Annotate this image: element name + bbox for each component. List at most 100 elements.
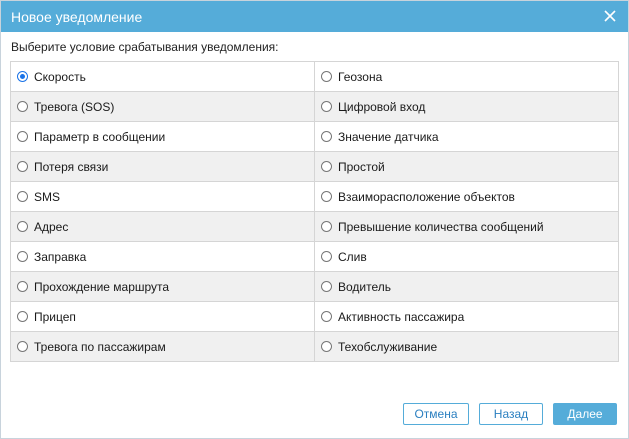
condition-option[interactable]: Скорость bbox=[11, 62, 314, 91]
condition-option[interactable]: Цифровой вход bbox=[315, 92, 618, 121]
option-label: Превышение количества сообщений bbox=[338, 219, 544, 234]
cancel-button[interactable]: Отмена bbox=[403, 403, 469, 425]
condition-option[interactable]: Активность пассажира bbox=[315, 302, 618, 331]
condition-option[interactable]: Тревога по пассажирам bbox=[11, 332, 314, 361]
dialog-title: Новое уведомление bbox=[11, 8, 143, 25]
option-label: Геозона bbox=[338, 69, 383, 84]
radio-button[interactable] bbox=[17, 341, 28, 352]
condition-option[interactable]: Заправка bbox=[11, 242, 314, 271]
option-row: Тревога (SOS) Цифровой вход bbox=[10, 91, 619, 122]
condition-option[interactable]: Значение датчика bbox=[315, 122, 618, 151]
condition-option[interactable]: Техобслуживание bbox=[315, 332, 618, 361]
condition-prompt: Выберите условие срабатывания уведомлени… bbox=[11, 40, 279, 54]
back-button[interactable]: Назад bbox=[479, 403, 543, 425]
condition-option[interactable]: Адрес bbox=[11, 212, 314, 241]
close-icon[interactable] bbox=[602, 8, 618, 24]
condition-option[interactable]: Взаиморасположение объектов bbox=[315, 182, 618, 211]
condition-option[interactable]: SMS bbox=[11, 182, 314, 211]
condition-option[interactable]: Прохождение маршрута bbox=[11, 272, 314, 301]
radio-button[interactable] bbox=[321, 191, 332, 202]
option-cell: SMS bbox=[10, 181, 315, 212]
radio-button[interactable] bbox=[321, 251, 332, 262]
radio-button[interactable] bbox=[17, 191, 28, 202]
option-cell: Скорость bbox=[10, 61, 315, 92]
option-label: SMS bbox=[34, 189, 61, 204]
radio-button[interactable] bbox=[321, 221, 332, 232]
radio-button[interactable] bbox=[17, 311, 28, 322]
condition-option[interactable]: Прицеп bbox=[11, 302, 314, 331]
radio-button[interactable] bbox=[17, 221, 28, 232]
option-row: Адрес Превышение количества сообщений bbox=[10, 211, 619, 242]
option-row: Параметр в сообщении Значение датчика bbox=[10, 121, 619, 152]
new-notification-dialog: Новое уведомление Выберите условие сраба… bbox=[0, 0, 629, 439]
option-cell: Тревога (SOS) bbox=[10, 91, 315, 122]
radio-button[interactable] bbox=[321, 101, 332, 112]
option-row: Потеря связи Простой bbox=[10, 151, 619, 182]
option-label: Заправка bbox=[34, 249, 87, 264]
radio-button[interactable] bbox=[17, 131, 28, 142]
radio-button[interactable] bbox=[17, 71, 28, 82]
option-label: Значение датчика bbox=[338, 129, 439, 144]
option-cell: Тревога по пассажирам bbox=[10, 331, 315, 362]
condition-option[interactable]: Простой bbox=[315, 152, 618, 181]
condition-option[interactable]: Водитель bbox=[315, 272, 618, 301]
option-cell: Геозона bbox=[314, 61, 619, 92]
option-label: Прицеп bbox=[34, 309, 76, 324]
option-cell: Потеря связи bbox=[10, 151, 315, 182]
option-row: Тревога по пассажирам Техобслуживание bbox=[10, 331, 619, 362]
dialog-buttons: Отмена Назад Далее bbox=[403, 403, 617, 425]
option-label: Водитель bbox=[338, 279, 392, 294]
radio-button[interactable] bbox=[17, 161, 28, 172]
radio-button[interactable] bbox=[17, 101, 28, 112]
option-cell: Адрес bbox=[10, 211, 315, 242]
option-row: Прохождение маршрута Водитель bbox=[10, 271, 619, 302]
option-label: Активность пассажира bbox=[338, 309, 465, 324]
condition-options-table: Скорость Геозона Тревога (SOS) Цифровой вхо… bbox=[10, 61, 619, 362]
option-label: Скорость bbox=[34, 69, 86, 84]
option-cell: Заправка bbox=[10, 241, 315, 272]
option-label: Слив bbox=[338, 249, 367, 264]
condition-option[interactable]: Параметр в сообщении bbox=[11, 122, 314, 151]
option-label: Потеря связи bbox=[34, 159, 109, 174]
condition-option[interactable]: Тревога (SOS) bbox=[11, 92, 314, 121]
option-row: SMS Взаиморасположение объектов bbox=[10, 181, 619, 212]
condition-option[interactable]: Потеря связи bbox=[11, 152, 314, 181]
option-cell: Техобслуживание bbox=[314, 331, 619, 362]
option-cell: Взаиморасположение объектов bbox=[314, 181, 619, 212]
option-cell: Водитель bbox=[314, 271, 619, 302]
option-cell: Цифровой вход bbox=[314, 91, 619, 122]
option-label: Техобслуживание bbox=[338, 339, 438, 354]
option-cell: Значение датчика bbox=[314, 121, 619, 152]
option-row: Скорость Геозона bbox=[10, 61, 619, 92]
condition-option[interactable]: Геозона bbox=[315, 62, 618, 91]
option-label: Адрес bbox=[34, 219, 69, 234]
option-cell: Слив bbox=[314, 241, 619, 272]
radio-button[interactable] bbox=[321, 341, 332, 352]
condition-option[interactable]: Превышение количества сообщений bbox=[315, 212, 618, 241]
option-cell: Параметр в сообщении bbox=[10, 121, 315, 152]
radio-button[interactable] bbox=[321, 131, 332, 142]
condition-option[interactable]: Слив bbox=[315, 242, 618, 271]
option-label: Взаиморасположение объектов bbox=[338, 189, 515, 204]
option-label: Цифровой вход bbox=[338, 99, 426, 114]
option-cell: Активность пассажира bbox=[314, 301, 619, 332]
radio-button[interactable] bbox=[17, 251, 28, 262]
radio-button[interactable] bbox=[321, 71, 332, 82]
radio-button[interactable] bbox=[321, 281, 332, 292]
option-label: Тревога (SOS) bbox=[34, 99, 115, 114]
option-label: Прохождение маршрута bbox=[34, 279, 170, 294]
option-label: Простой bbox=[338, 159, 385, 174]
option-label: Тревога по пассажирам bbox=[34, 339, 166, 354]
radio-button[interactable] bbox=[321, 311, 332, 322]
option-cell: Прохождение маршрута bbox=[10, 271, 315, 302]
option-row: Заправка Слив bbox=[10, 241, 619, 272]
next-button[interactable]: Далее bbox=[553, 403, 617, 425]
option-label: Параметр в сообщении bbox=[34, 129, 166, 144]
option-cell: Превышение количества сообщений bbox=[314, 211, 619, 242]
option-cell: Прицеп bbox=[10, 301, 315, 332]
dialog-titlebar: Новое уведомление bbox=[1, 1, 628, 32]
radio-button[interactable] bbox=[17, 281, 28, 292]
option-row: Прицеп Активность пассажира bbox=[10, 301, 619, 332]
radio-button[interactable] bbox=[321, 161, 332, 172]
option-cell: Простой bbox=[314, 151, 619, 182]
